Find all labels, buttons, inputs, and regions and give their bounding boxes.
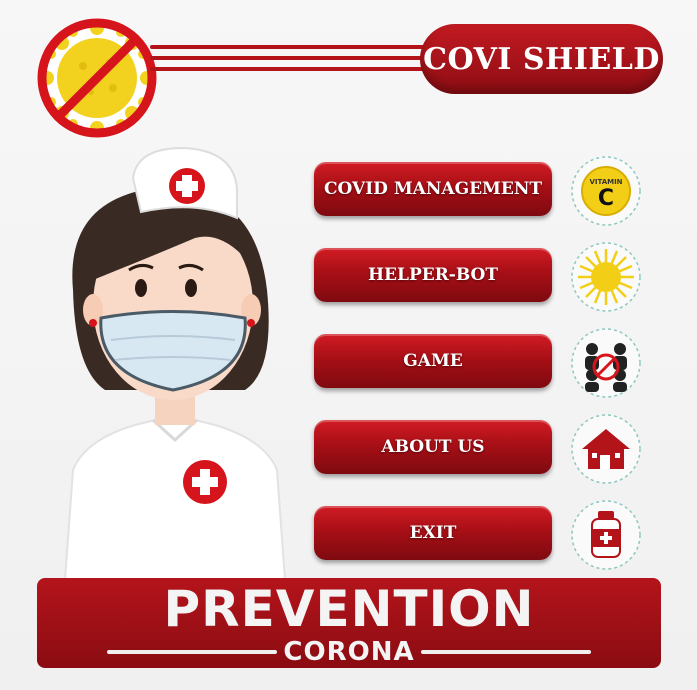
vitamin-word: VITAMIN xyxy=(589,178,622,186)
helper-bot-button[interactable]: HELPER-BOT xyxy=(314,248,552,302)
house-icon xyxy=(571,414,641,484)
app-window: COVI SHIELD COVID MANAGEMENT HELPER-BOT … xyxy=(0,0,697,690)
helper-bot-label: HELPER-BOT xyxy=(367,265,499,285)
prevention-banner: PREVENTION CORONA xyxy=(37,578,661,668)
people-no-contact-icon xyxy=(571,328,641,398)
app-title: COVI SHIELD xyxy=(423,41,660,77)
game-label: GAME xyxy=(403,351,463,371)
app-title-banner: COVI SHIELD xyxy=(420,24,663,94)
covid-management-button[interactable]: COVID MANAGEMENT xyxy=(314,162,552,216)
banner-title: PREVENTION xyxy=(163,580,535,638)
medicine-bottle-icon xyxy=(571,500,641,570)
sun-icon xyxy=(571,242,641,312)
game-button[interactable]: GAME xyxy=(314,334,552,388)
banner-subtitle: CORONA xyxy=(283,637,415,667)
divider xyxy=(107,650,278,654)
about-us-button[interactable]: ABOUT US xyxy=(314,420,552,474)
banner-subtitle-row: CORONA xyxy=(37,636,661,668)
exit-label: EXIT xyxy=(409,523,457,543)
vitamin-letter: C xyxy=(598,186,614,211)
about-us-label: ABOUT US xyxy=(381,437,485,457)
nurse-illustration xyxy=(63,146,287,580)
covid-management-label: COVID MANAGEMENT xyxy=(323,179,543,199)
exit-button[interactable]: EXIT xyxy=(314,506,552,560)
header-stripes xyxy=(150,45,440,85)
divider xyxy=(420,650,591,654)
vitamin-c-icon: VITAMIN C xyxy=(571,156,641,226)
no-virus-icon xyxy=(37,18,157,138)
